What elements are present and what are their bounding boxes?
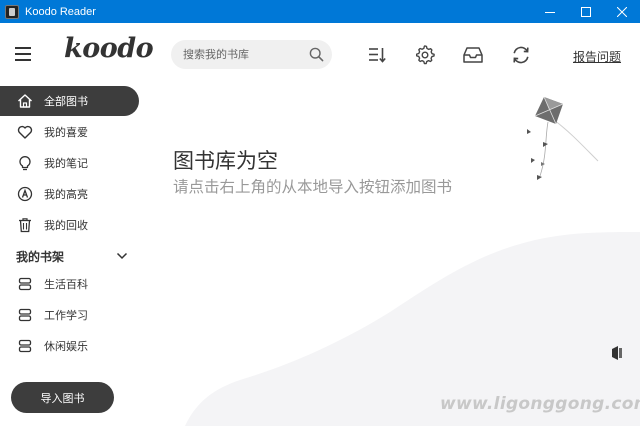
empty-library-illustration <box>185 96 640 426</box>
watermark: www.ligonggong.com <box>440 394 640 414</box>
empty-library-description: 请点击右上角的从本地导入按钮添加图书 <box>173 178 453 196</box>
empty-library-title: 图书库为空 <box>173 149 278 173</box>
